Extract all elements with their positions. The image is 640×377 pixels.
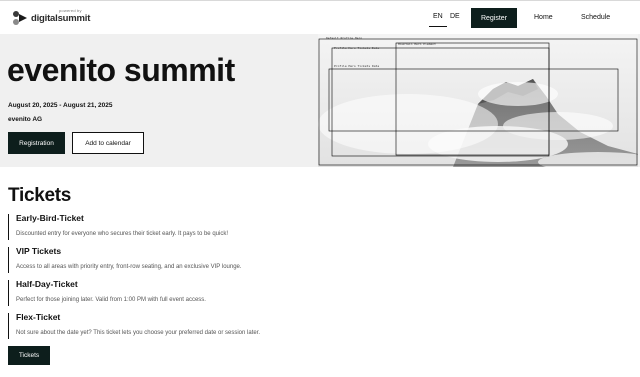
register-button[interactable]: Register — [471, 8, 517, 28]
hero-section: evenito summit August 20, 2025 - August … — [0, 34, 640, 167]
mountain-illustration — [318, 34, 638, 167]
tickets-heading: Tickets — [8, 185, 72, 206]
event-title: evenito summit — [7, 52, 235, 88]
logo-mark-icon — [13, 11, 27, 25]
ticket-description: Not sure about the date yet? This ticket… — [16, 330, 261, 336]
site-header: powered by digitalsummit EN DE Register … — [0, 1, 640, 34]
ticket-description: Discounted entry for everyone who secure… — [16, 231, 228, 237]
ticket-name: VIP Tickets — [16, 246, 62, 256]
brand-logo[interactable]: powered by digitalsummit — [12, 8, 92, 28]
event-dates: August 20, 2025 - August 21, 2025 — [8, 102, 113, 109]
ticket-description: Perfect for those joining later. Valid f… — [16, 297, 206, 303]
registration-button[interactable]: Registration — [8, 132, 65, 154]
ticket-description: Access to all areas with priority entry,… — [16, 264, 242, 270]
logo-wordmark: digitalsummit — [31, 13, 91, 24]
ticket-item: Early-Bird-Ticket Discounted entry for e… — [8, 213, 408, 240]
ticket-item: VIP Tickets Access to all areas with pri… — [8, 246, 408, 273]
event-organizer: evenito AG — [8, 116, 43, 123]
ticket-item: Half-Day-Ticket Perfect for those joinin… — [8, 279, 408, 306]
ticket-name: Flex-Ticket — [16, 312, 61, 322]
ticket-name: Early-Bird-Ticket — [16, 213, 84, 223]
overlay-label: Profile Hero Tickets Data — [334, 46, 380, 50]
language-en[interactable]: EN — [433, 13, 443, 20]
overlay-label: Profile Hero Tickets Data — [334, 64, 380, 68]
hero-mountain-image: Default Profile Hero Mountain Hero Eleme… — [318, 34, 638, 167]
ticket-item: Flex-Ticket Not sure about the date yet?… — [8, 312, 408, 339]
ticket-name: Half-Day-Ticket — [16, 279, 78, 289]
add-to-calendar-button[interactable]: Add to calendar — [72, 132, 144, 154]
language-de[interactable]: DE — [450, 13, 460, 20]
tickets-button[interactable]: Tickets — [8, 346, 50, 365]
active-language-indicator — [429, 26, 447, 27]
nav-schedule[interactable]: Schedule — [581, 14, 610, 21]
overlay-label: Default Profile Hero — [326, 36, 363, 40]
overlay-label: Mountain Hero Element — [398, 42, 436, 46]
nav-home[interactable]: Home — [534, 14, 553, 21]
